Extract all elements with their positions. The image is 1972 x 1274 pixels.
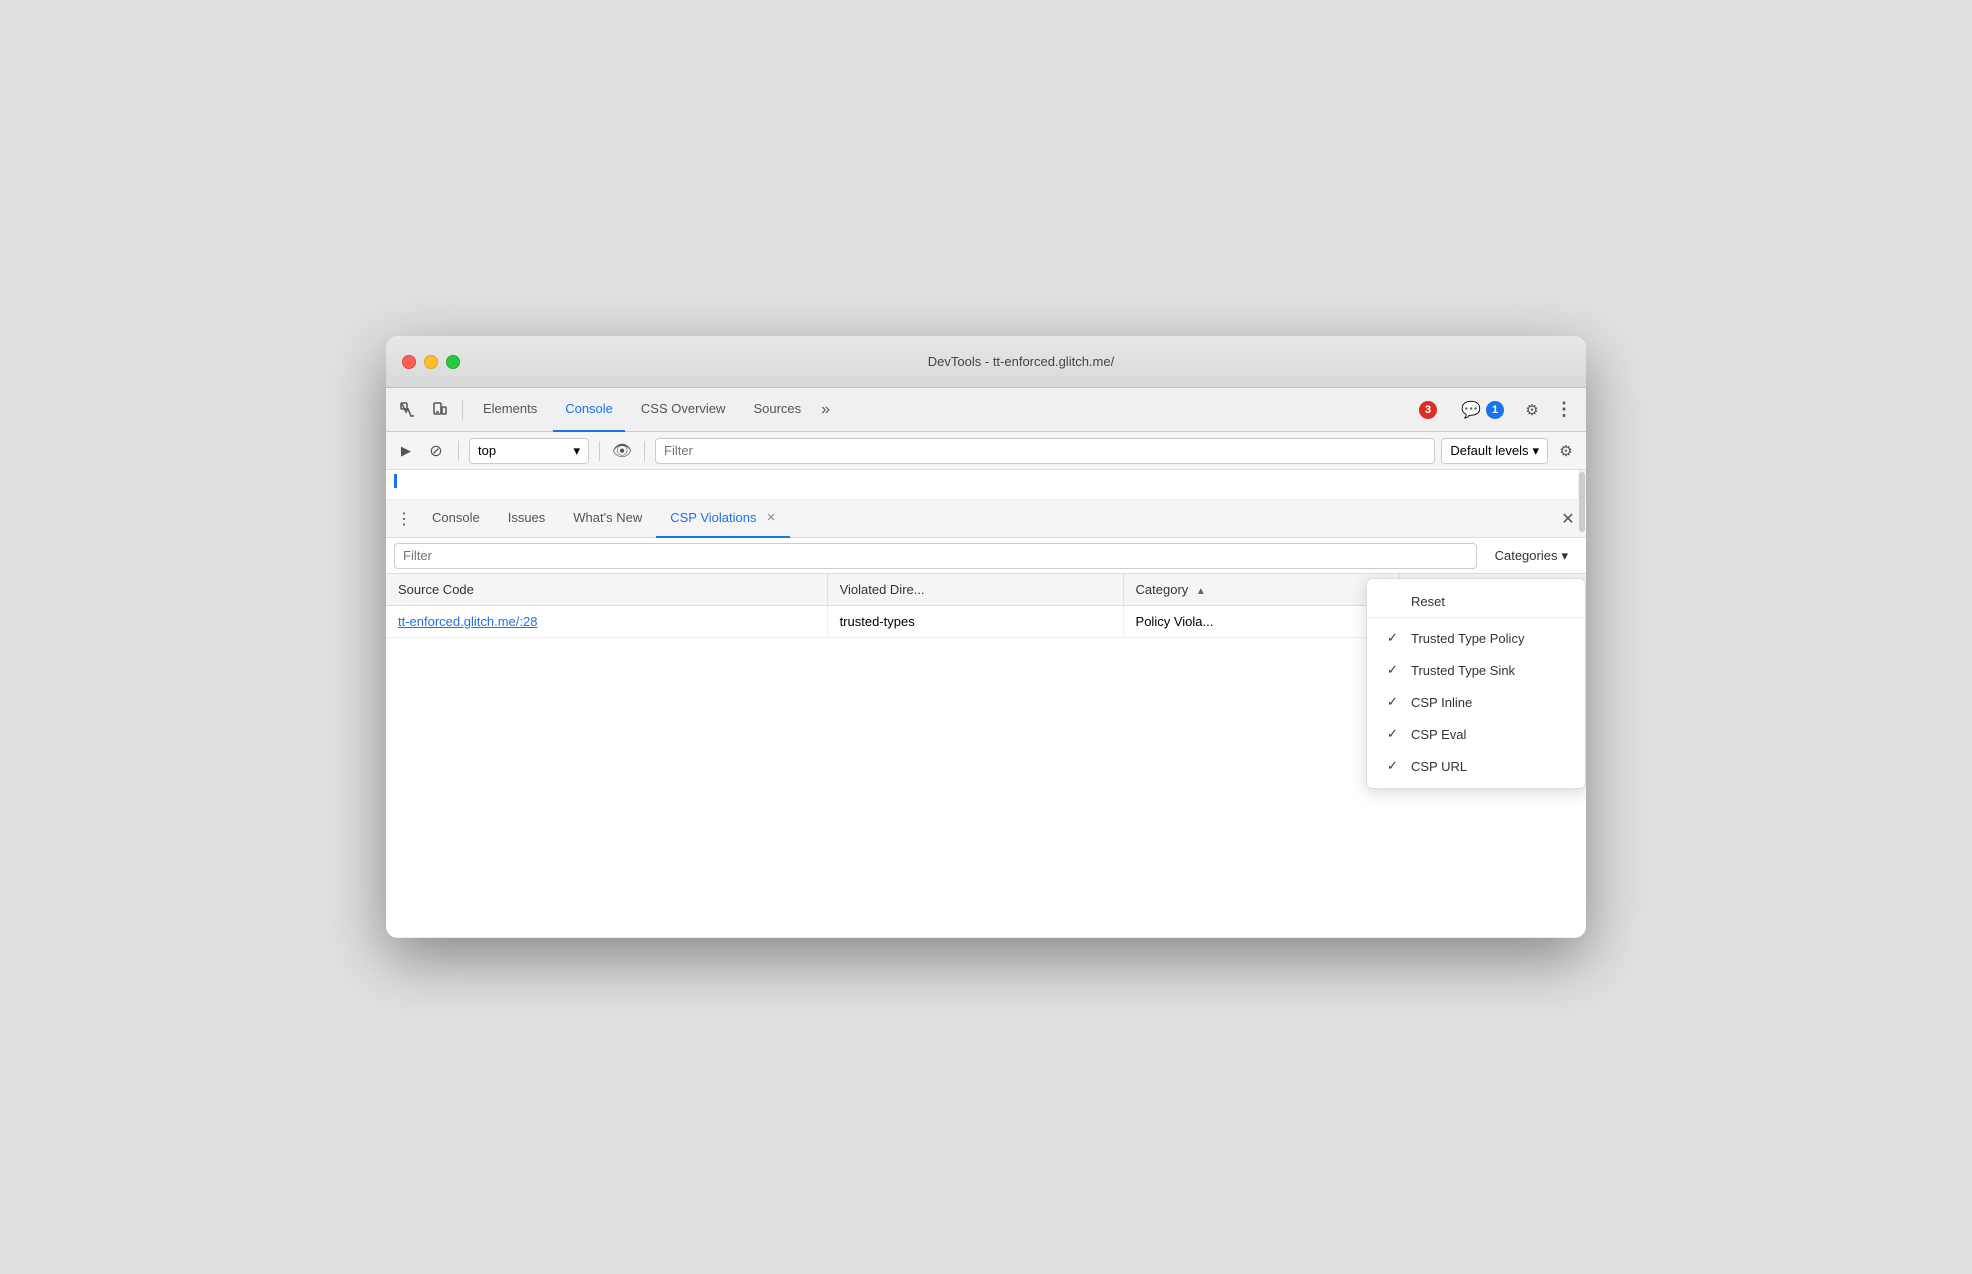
- tab-issues[interactable]: Issues: [494, 500, 560, 538]
- play-icon[interactable]: ▶: [394, 439, 418, 463]
- levels-arrow: ▾: [1532, 443, 1539, 459]
- levels-label: Default levels: [1450, 443, 1528, 458]
- categories-dropdown: ✓ Reset ✓ Trusted Type Policy ✓ Trusted …: [1366, 578, 1586, 789]
- check-csp-eval: ✓: [1387, 726, 1403, 742]
- category-label-1: Trusted Type Policy: [1411, 631, 1524, 646]
- close-panel-button[interactable]: ✕: [1554, 505, 1582, 533]
- category-label-4: CSP Eval: [1411, 727, 1466, 742]
- inspect-icon[interactable]: [394, 396, 422, 424]
- tab-whats-new[interactable]: What's New: [559, 500, 656, 538]
- console-settings-icon[interactable]: ⚙: [1554, 439, 1578, 463]
- tab-sources[interactable]: Sources: [741, 388, 813, 432]
- violations-panel: Categories ▾ ✓ Reset ✓ Trusted Type Poli…: [386, 538, 1586, 938]
- devtools-window: DevTools - tt-enforced.glitch.me/ Elemen…: [386, 336, 1586, 938]
- tab-console-bottom[interactable]: Console: [418, 500, 494, 538]
- title-bar: DevTools - tt-enforced.glitch.me/: [386, 336, 1586, 388]
- panel-more-button[interactable]: ⋮: [390, 505, 418, 533]
- toolbar-divider-4: [644, 441, 645, 461]
- tab-csp-violations[interactable]: CSP Violations ✕: [656, 500, 789, 538]
- maximize-button[interactable]: [446, 355, 460, 369]
- violated-value: trusted-types: [840, 614, 915, 629]
- category-csp-eval[interactable]: ✓ CSP Eval: [1367, 718, 1585, 750]
- check-csp-inline: ✓: [1387, 694, 1403, 710]
- toolbar-divider-3: [599, 441, 600, 461]
- context-label: top: [478, 443, 496, 458]
- eye-icon[interactable]: 👁: [610, 439, 634, 463]
- check-trusted-type-sink: ✓: [1387, 662, 1403, 678]
- category-label-3: CSP Inline: [1411, 695, 1472, 710]
- settings-icon[interactable]: ⚙: [1518, 396, 1546, 424]
- more-options-icon[interactable]: ⋮: [1550, 396, 1578, 424]
- cell-violated: trusted-types: [827, 606, 1123, 638]
- main-toolbar: Elements Console CSS Overview Sources » …: [386, 388, 1586, 432]
- sort-icon: ▲: [1196, 586, 1206, 597]
- tab-console[interactable]: Console: [553, 388, 625, 432]
- source-link[interactable]: tt-enforced.glitch.me/:28: [398, 614, 537, 629]
- indicator-area: [386, 470, 1586, 500]
- reset-button[interactable]: ✓ Reset: [1367, 585, 1585, 618]
- minimize-button[interactable]: [424, 355, 438, 369]
- category-label-5: CSP URL: [1411, 759, 1467, 774]
- category-label-2: Trusted Type Sink: [1411, 663, 1515, 678]
- cell-source: tt-enforced.glitch.me/:28: [386, 606, 827, 638]
- bottom-tabs-bar: ⋮ Console Issues What's New CSP Violatio…: [386, 500, 1586, 538]
- cell-category: Policy Viola...: [1123, 606, 1400, 638]
- bottom-panel: ⋮ Console Issues What's New CSP Violatio…: [386, 500, 1586, 938]
- block-icon[interactable]: ⊘: [424, 439, 448, 463]
- blue-indicator: [394, 474, 397, 488]
- check-trusted-type-policy: ✓: [1387, 630, 1403, 646]
- violations-filter-input[interactable]: [394, 543, 1477, 569]
- check-csp-url: ✓: [1387, 758, 1403, 774]
- toolbar-divider-2: [458, 441, 459, 461]
- device-toggle-icon[interactable]: [426, 396, 454, 424]
- reset-label: Reset: [1411, 594, 1445, 609]
- context-selector[interactable]: top ▾: [469, 438, 589, 464]
- console-filter-input[interactable]: [655, 438, 1435, 464]
- close-csp-tab-button[interactable]: ✕: [766, 511, 775, 524]
- categories-arrow: ▾: [1561, 548, 1568, 564]
- close-button[interactable]: [402, 355, 416, 369]
- col-category[interactable]: Category ▲: [1123, 574, 1400, 606]
- category-trusted-type-policy[interactable]: ✓ Trusted Type Policy: [1367, 622, 1585, 654]
- traffic-lights: [402, 355, 460, 369]
- scrollbar[interactable]: [1578, 470, 1586, 499]
- category-csp-inline[interactable]: ✓ CSP Inline: [1367, 686, 1585, 718]
- message-count-badge: 1: [1486, 401, 1504, 419]
- tab-css-overview[interactable]: CSS Overview: [629, 388, 738, 432]
- window-title: DevTools - tt-enforced.glitch.me/: [472, 354, 1570, 369]
- category-value: Policy Viola...: [1136, 614, 1214, 629]
- scrollbar-thumb[interactable]: [1579, 472, 1585, 532]
- tab-elements[interactable]: Elements: [471, 388, 549, 432]
- message-icon: 💬: [1461, 400, 1481, 420]
- more-tabs-button[interactable]: »: [817, 396, 834, 424]
- error-badge-button[interactable]: 3: [1409, 396, 1447, 424]
- col-violated-directive: Violated Dire...: [827, 574, 1123, 606]
- error-count-badge: 3: [1419, 401, 1437, 419]
- context-dropdown-arrow: ▾: [573, 443, 580, 459]
- levels-dropdown[interactable]: Default levels ▾: [1441, 438, 1548, 464]
- secondary-toolbar: ▶ ⊘ top ▾ 👁 Default levels ▾ ⚙: [386, 432, 1586, 470]
- category-trusted-type-sink[interactable]: ✓ Trusted Type Sink: [1367, 654, 1585, 686]
- message-badge-button[interactable]: 💬 1: [1451, 396, 1514, 424]
- col-source-code: Source Code: [386, 574, 827, 606]
- categories-label: Categories: [1495, 548, 1558, 563]
- categories-button[interactable]: Categories ▾: [1485, 543, 1578, 569]
- category-csp-url[interactable]: ✓ CSP URL: [1367, 750, 1585, 782]
- toolbar-divider-1: [462, 400, 463, 420]
- violations-filter-row: Categories ▾ ✓ Reset ✓ Trusted Type Poli…: [386, 538, 1586, 574]
